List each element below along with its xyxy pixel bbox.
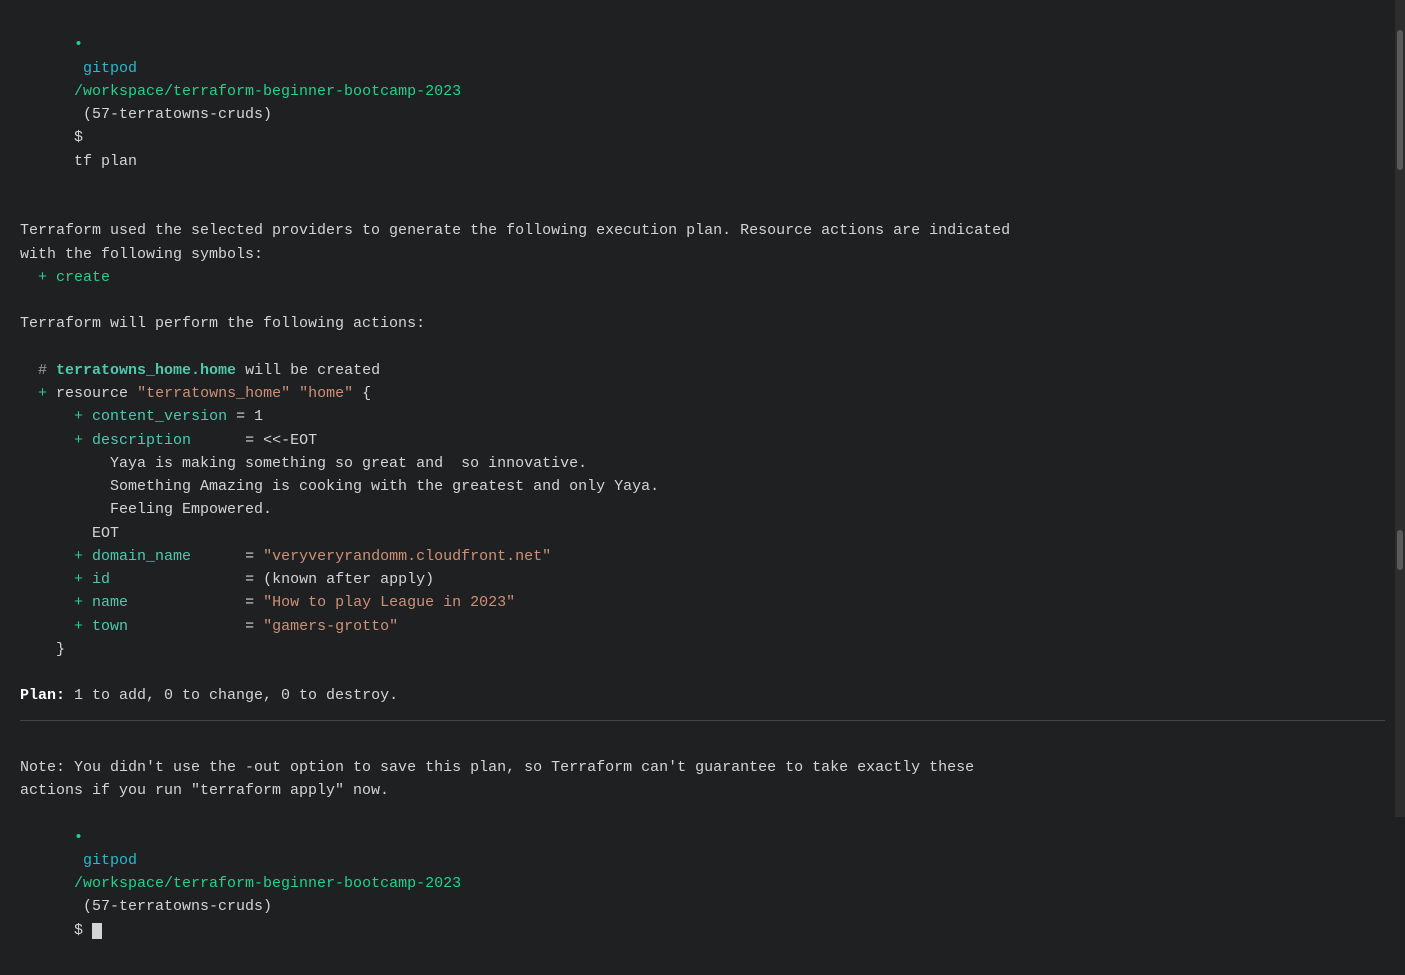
close-brace-line: } xyxy=(20,638,1385,661)
prompt-line-1: • gitpod /workspace/terraform-beginner-b… xyxy=(20,10,1385,196)
terminal-window: • gitpod /workspace/terraform-beginner-b… xyxy=(0,0,1405,975)
terminal-content[interactable]: • gitpod /workspace/terraform-beginner-b… xyxy=(0,0,1405,975)
desc-text-2: Something Amazing is cooking with the gr… xyxy=(20,475,1385,498)
terraform-info-line1: Terraform used the selected providers to… xyxy=(20,219,1385,242)
command-text: tf plan xyxy=(74,153,137,170)
blank-line-4 xyxy=(20,661,1385,684)
branch-label-2: (57-terratowns-cruds) xyxy=(74,898,281,915)
branch-label: (57-terratowns-cruds) xyxy=(74,106,281,123)
name-line: + name = "How to play League in 2023" xyxy=(20,591,1385,614)
blank-line-3 xyxy=(20,336,1385,359)
note-line-2: actions if you run "terraform apply" now… xyxy=(20,779,1385,802)
terraform-info-line2: with the following symbols: xyxy=(20,243,1385,266)
plan-summary-line: Plan: 1 to add, 0 to change, 0 to destro… xyxy=(20,684,1385,707)
id-line: + id = (known after apply) xyxy=(20,568,1385,591)
prompt-line-2: • gitpod /workspace/terraform-beginner-b… xyxy=(20,802,1385,965)
desc-text-3: Feeling Empowered. xyxy=(20,498,1385,521)
workspace-path: /workspace/terraform-beginner-bootcamp-2… xyxy=(74,83,461,100)
scrollbar-thumb-top[interactable] xyxy=(1397,30,1403,170)
description-line: + description = <<-EOT xyxy=(20,429,1385,452)
prompt-dot: • xyxy=(74,36,83,53)
prompt-symbol: $ xyxy=(74,129,92,146)
gitpod-label: gitpod xyxy=(74,60,146,77)
prompt-dot-2: • xyxy=(74,829,83,846)
resource-comment-line: # terratowns_home.home will be created xyxy=(20,359,1385,382)
eot-line: EOT xyxy=(20,522,1385,545)
scrollbar[interactable] xyxy=(1395,0,1405,817)
create-symbol-line: + create xyxy=(20,266,1385,289)
town-line: + town = "gamers-grotto" xyxy=(20,615,1385,638)
scrollbar-thumb-bottom[interactable] xyxy=(1397,530,1403,570)
blank-line-2 xyxy=(20,289,1385,312)
content-version-line: + content_version = 1 xyxy=(20,405,1385,428)
blank-line-5 xyxy=(20,733,1385,756)
gitpod-label-2: gitpod xyxy=(74,852,146,869)
note-line-1: Note: You didn't use the -out option to … xyxy=(20,756,1385,779)
divider xyxy=(20,720,1385,721)
terraform-will-line: Terraform will perform the following act… xyxy=(20,312,1385,335)
resource-block-line: + resource "terratowns_home" "home" { xyxy=(20,382,1385,405)
prompt-symbol-2: $ xyxy=(74,922,92,939)
desc-text-1: Yaya is making something so great and so… xyxy=(20,452,1385,475)
cursor xyxy=(92,923,102,939)
domain-name-line: + domain_name = "veryveryrandomm.cloudfr… xyxy=(20,545,1385,568)
blank-line-1 xyxy=(20,196,1385,219)
workspace-path-2: /workspace/terraform-beginner-bootcamp-2… xyxy=(74,875,461,892)
